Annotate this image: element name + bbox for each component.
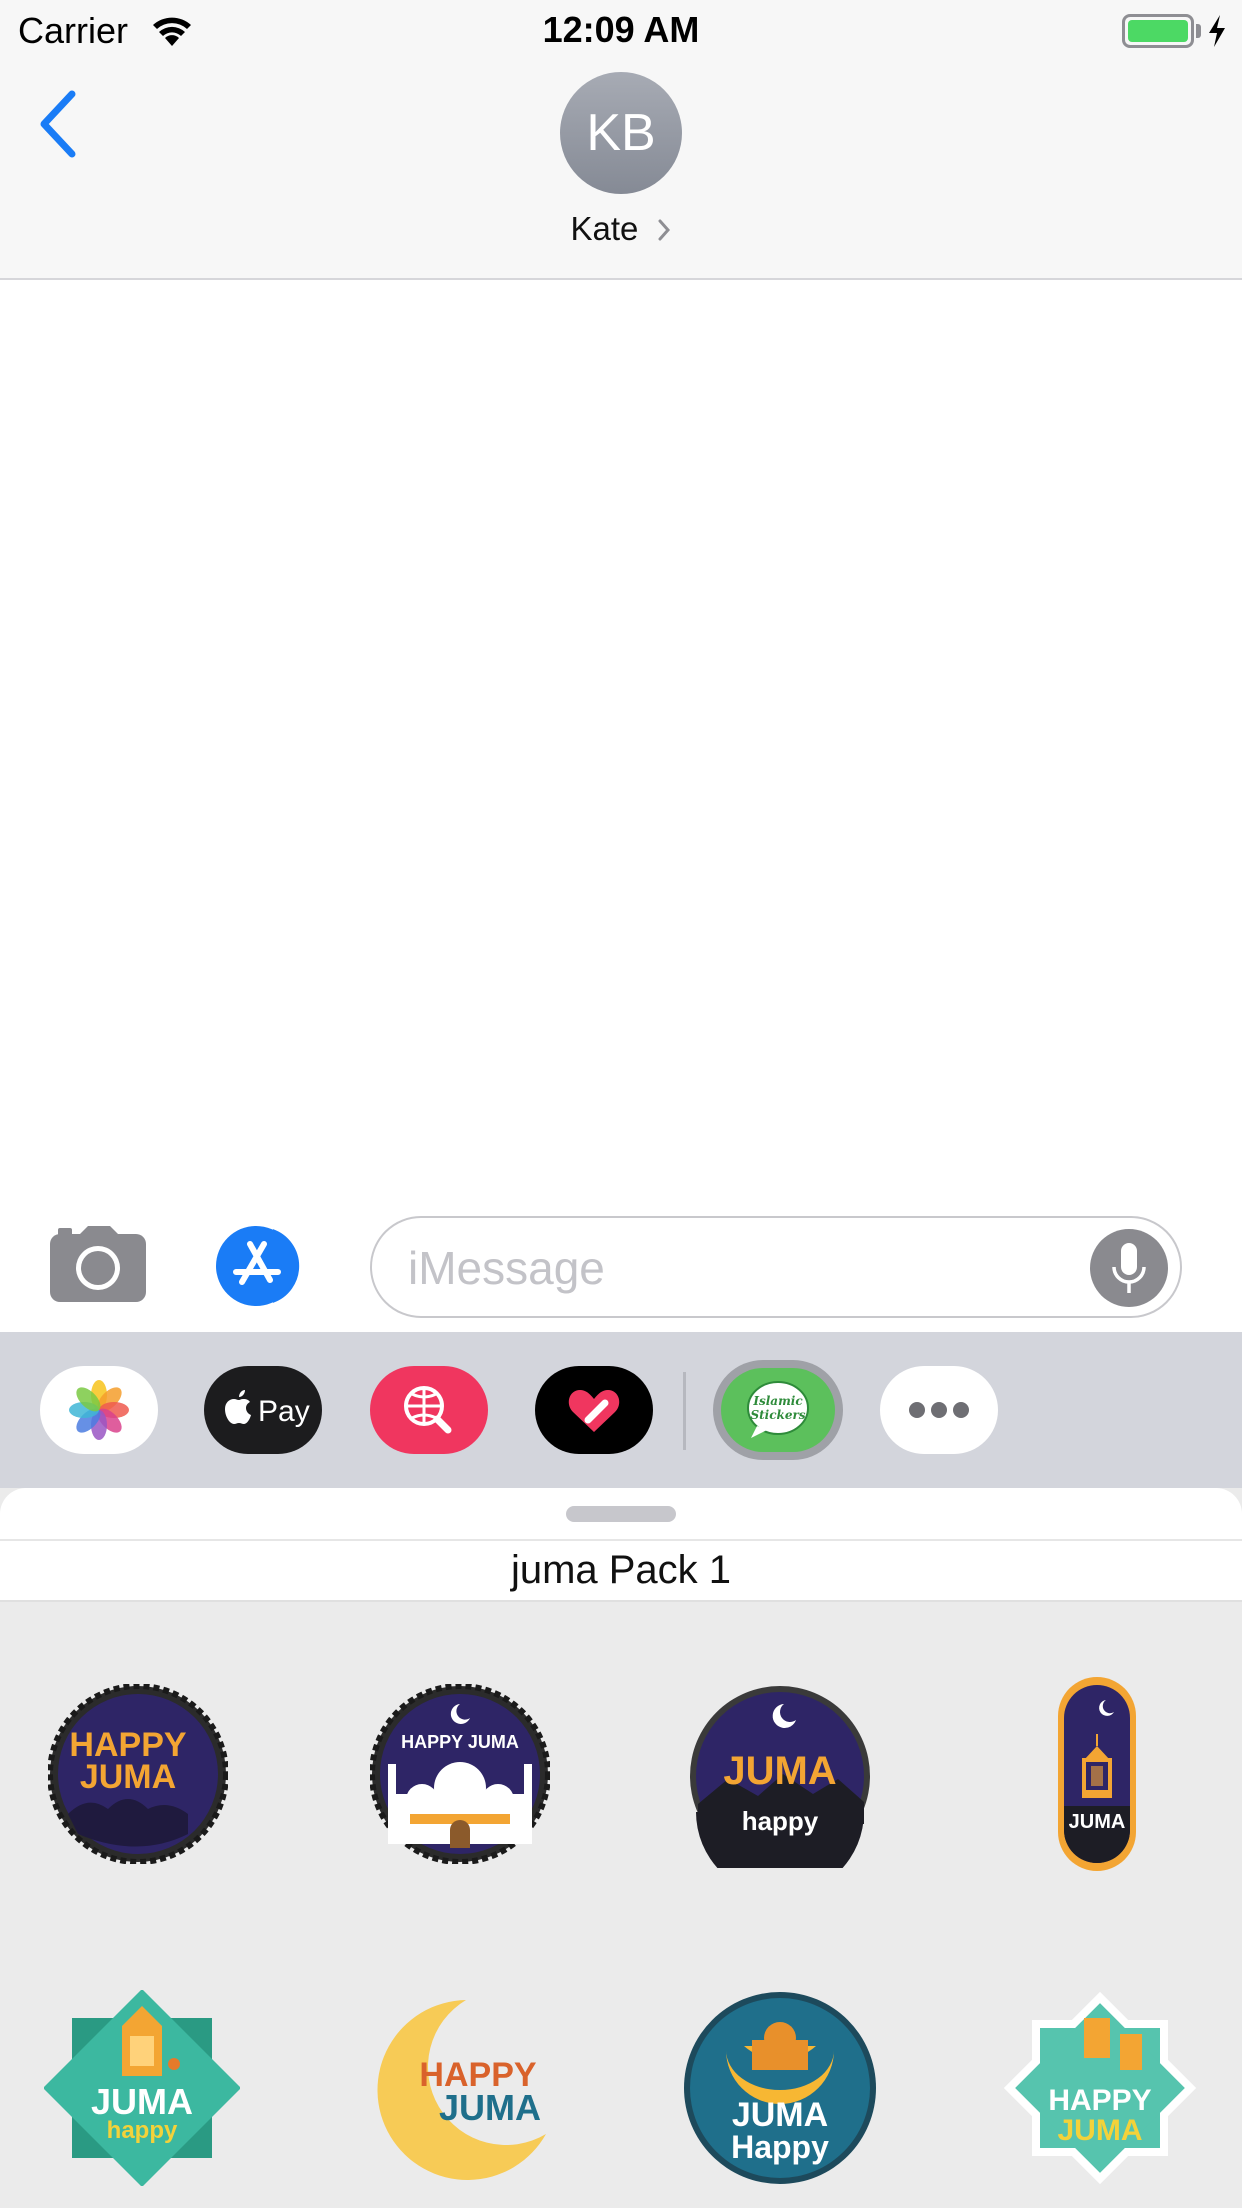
chevron-right-icon (658, 219, 670, 241)
imessage-field[interactable] (370, 1216, 1182, 1318)
battery-nub (1196, 24, 1201, 38)
speech-bubble-icon: Islamic Stickers (747, 1381, 809, 1438)
digital-touch-app-button[interactable] (535, 1366, 653, 1454)
sticker-juma-happy-dome[interactable]: JUMA Happy (682, 1990, 878, 2186)
sticker-4-line1: JUMA (1069, 1811, 1126, 1833)
contact-avatar[interactable]: KB (560, 72, 682, 194)
sticker-3-line1: JUMA (723, 1749, 836, 1793)
microphone-button[interactable] (1090, 1229, 1168, 1307)
sticker-8-line2: JUMA (1057, 2114, 1142, 2147)
sticker-happy-juma-mosque[interactable]: HAPPY JUMA (370, 1684, 550, 1864)
sticker-8-line1: HAPPY (1048, 2084, 1151, 2117)
sticker-panel: juma Pack 1 HAPPY JUMA HAPPY JUMA JUMA h… (0, 1488, 1242, 2208)
sticker-7-line2: Happy (731, 2129, 829, 2165)
panel-grabber[interactable] (566, 1506, 676, 1522)
app-store-icon[interactable] (212, 1226, 320, 1306)
sticker-pack-title: juma Pack 1 (510, 1548, 732, 1592)
contact-name: Kate (570, 210, 639, 247)
stickers-label: Stickers (750, 1408, 805, 1422)
islamic-stickers-icon: Islamic Stickers (721, 1368, 835, 1452)
contact-name-button[interactable]: Kate (0, 210, 1242, 248)
camera-icon[interactable] (48, 1226, 148, 1304)
battery-icon (1122, 14, 1194, 48)
sticker-juma-happy-night[interactable]: JUMA happy (688, 1684, 872, 1868)
sticker-happy-juma-moon[interactable]: HAPPY JUMA (366, 1996, 556, 2182)
sticker-5-line2: happy (107, 2117, 178, 2144)
search-images-app-button[interactable] (370, 1366, 488, 1454)
globe-search-icon (404, 1386, 452, 1434)
apple-pay-label: Pay (258, 1395, 310, 1428)
apple-pay-icon: Pay (225, 1390, 310, 1428)
more-dots-icon (909, 1402, 969, 1418)
islamic-stickers-app-button[interactable]: Islamic Stickers (713, 1360, 843, 1460)
drawer-divider (683, 1372, 686, 1450)
sticker-happy-juma-crescent[interactable]: HAPPY JUMA (48, 1684, 228, 1864)
microphone-icon (1112, 1243, 1146, 1293)
message-thread (0, 282, 1242, 1202)
header-separator (0, 1539, 1242, 1541)
sticker-2-line1: HAPPY JUMA (401, 1732, 519, 1752)
photos-icon (69, 1380, 129, 1440)
status-bar: Carrier 12:09 AM (0, 0, 1242, 62)
sticker-3-line2: happy (742, 1806, 819, 1836)
heart-touch-icon (568, 1390, 620, 1432)
conversation-header: KB Kate (0, 62, 1242, 280)
charging-bolt-icon (1209, 15, 1225, 47)
app-drawer: Pay Islamic Stickers (0, 1332, 1242, 1488)
islamic-label: Islamic (752, 1394, 803, 1408)
sticker-panel-header: juma Pack 1 (0, 1488, 1242, 1602)
more-apps-button[interactable] (880, 1366, 998, 1454)
sticker-5-line1: JUMA (91, 2081, 193, 2122)
sticker-6-line2: JUMA (439, 2087, 541, 2128)
photos-app-button[interactable] (40, 1366, 158, 1454)
back-chevron-icon[interactable] (30, 84, 84, 164)
status-time: 12:09 AM (542, 9, 700, 50)
message-input[interactable] (408, 1238, 1048, 1298)
apple-pay-app-button[interactable]: Pay (204, 1366, 322, 1454)
sticker-happy-juma-star[interactable]: HAPPY JUMA (1002, 1990, 1198, 2186)
sticker-juma-lantern[interactable]: JUMA (1054, 1676, 1140, 1872)
sticker-1-line2: JUMA (80, 1758, 176, 1796)
battery-level (1128, 20, 1188, 42)
sticker-juma-happy-teal[interactable]: JUMA happy (44, 1990, 240, 2186)
